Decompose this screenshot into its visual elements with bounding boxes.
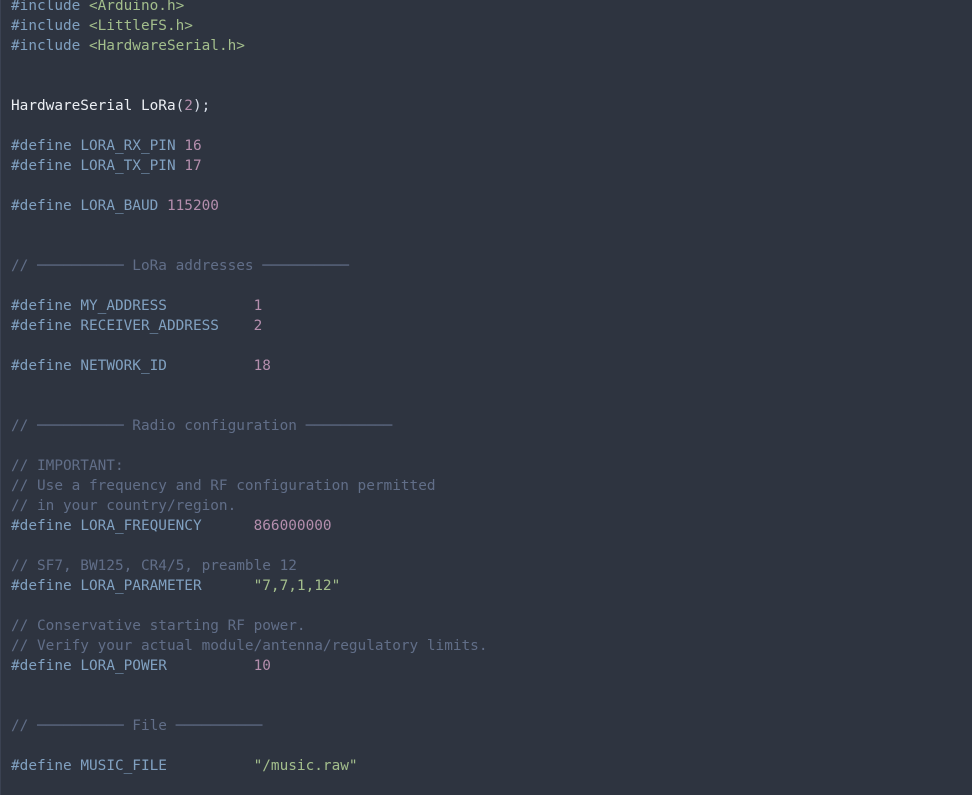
code-line[interactable]: #define MUSIC_FILE "/music.raw" <box>11 756 488 776</box>
macro-value: 1 <box>253 298 263 314</box>
include-header: <Arduino.h> <box>88 0 185 14</box>
code-area[interactable]: #include <Arduino.h> #include <LittleFS.h… <box>1 0 488 776</box>
define-directive: #define <box>11 298 72 314</box>
code-line[interactable]: // Conservative starting RF power. <box>11 616 488 636</box>
comment: // SF7, BW125, CR4/5, preamble 12 <box>11 558 297 574</box>
code-editor[interactable]: #include <Arduino.h> #include <LittleFS.h… <box>0 0 972 795</box>
code-line[interactable]: #define LORA_PARAMETER "7,7,1,12" <box>11 576 488 596</box>
macro-value: 17 <box>184 158 202 174</box>
code-line[interactable]: #define RECEIVER_ADDRESS 2 <box>11 316 488 336</box>
macro-value: 16 <box>184 138 202 154</box>
code-line[interactable]: // Use a frequency and RF configuration … <box>11 476 488 496</box>
define-directive: #define <box>11 138 72 154</box>
include-header: <HardwareSerial.h> <box>88 38 245 54</box>
code-line[interactable]: #define MY_ADDRESS 1 <box>11 296 488 316</box>
type-name: HardwareSerial <box>11 98 133 114</box>
macro-name: MY_ADDRESS <box>80 298 167 314</box>
comment: // in your country/region. <box>11 498 237 514</box>
macro-value: "/music.raw" <box>253 758 358 774</box>
comment: // IMPORTANT: <box>11 458 124 474</box>
code-line[interactable]: #include <LittleFS.h> <box>11 16 488 36</box>
macro-value: 10 <box>253 658 271 674</box>
code-line[interactable] <box>11 376 488 396</box>
comment: // ────────── File ────────── <box>11 718 263 734</box>
macro-name: MUSIC_FILE <box>80 758 167 774</box>
code-line[interactable] <box>11 76 488 96</box>
code-line[interactable] <box>11 436 488 456</box>
code-line[interactable] <box>11 536 488 556</box>
code-line[interactable]: #include <HardwareSerial.h> <box>11 36 488 56</box>
comment: // Verify your actual module/antenna/reg… <box>11 638 488 654</box>
variable-name: LoRa <box>140 98 176 114</box>
code-line[interactable]: // SF7, BW125, CR4/5, preamble 12 <box>11 556 488 576</box>
comment: // Conservative starting RF power. <box>11 618 306 634</box>
include-directive: #include <box>11 18 81 34</box>
code-line[interactable]: #include <Arduino.h> <box>11 0 488 16</box>
include-header: <LittleFS.h> <box>88 18 193 34</box>
code-line[interactable]: #define LORA_BAUD 115200 <box>11 196 488 216</box>
comment: // Use a frequency and RF configuration … <box>11 478 436 494</box>
code-line[interactable]: #define LORA_RX_PIN 16 <box>11 136 488 156</box>
code-line[interactable]: // in your country/region. <box>11 496 488 516</box>
macro-name: LORA_TX_PIN <box>80 158 176 174</box>
macro-value: 2 <box>253 318 263 334</box>
constructor-arg: 2 <box>184 98 193 114</box>
code-line[interactable]: HardwareSerial LoRa(2); <box>11 96 488 116</box>
code-line[interactable] <box>11 736 488 756</box>
macro-name: LORA_PARAMETER <box>80 578 202 594</box>
code-line[interactable]: // ────────── LoRa addresses ────────── <box>11 256 488 276</box>
comment: // ────────── Radio configuration ──────… <box>11 418 393 434</box>
macro-name: LORA_RX_PIN <box>80 138 176 154</box>
comment: // ────────── LoRa addresses ────────── <box>11 258 349 274</box>
define-directive: #define <box>11 658 72 674</box>
code-line[interactable] <box>11 276 488 296</box>
define-directive: #define <box>11 158 72 174</box>
macro-value: "7,7,1,12" <box>253 578 341 594</box>
macro-value: 18 <box>253 358 271 374</box>
code-line[interactable]: #define NETWORK_ID 18 <box>11 356 488 376</box>
define-directive: #define <box>11 758 72 774</box>
include-directive: #include <box>11 0 81 14</box>
define-directive: #define <box>11 358 72 374</box>
code-line[interactable] <box>11 176 488 196</box>
code-line[interactable]: // ────────── File ────────── <box>11 716 488 736</box>
define-directive: #define <box>11 318 72 334</box>
code-line[interactable] <box>11 396 488 416</box>
macro-name: RECEIVER_ADDRESS <box>80 318 219 334</box>
define-directive: #define <box>11 578 72 594</box>
code-line[interactable] <box>11 116 488 136</box>
code-line[interactable] <box>11 676 488 696</box>
macro-name: NETWORK_ID <box>80 358 167 374</box>
code-line[interactable]: #define LORA_FREQUENCY 866000000 <box>11 516 488 536</box>
macro-value: 115200 <box>166 198 219 214</box>
macro-value: 866000000 <box>253 518 332 534</box>
macro-name: LORA_BAUD <box>80 198 159 214</box>
paren-open: ( <box>175 98 185 114</box>
code-line[interactable] <box>11 56 488 76</box>
code-line[interactable] <box>11 596 488 616</box>
code-line[interactable]: // IMPORTANT: <box>11 456 488 476</box>
code-line[interactable]: // ────────── Radio configuration ──────… <box>11 416 488 436</box>
macro-name: LORA_FREQUENCY <box>80 518 202 534</box>
code-line[interactable] <box>11 216 488 236</box>
code-line[interactable] <box>11 236 488 256</box>
code-line[interactable]: // Verify your actual module/antenna/reg… <box>11 636 488 656</box>
code-line[interactable]: #define LORA_POWER 10 <box>11 656 488 676</box>
define-directive: #define <box>11 518 72 534</box>
code-line[interactable]: #define LORA_TX_PIN 17 <box>11 156 488 176</box>
code-line[interactable] <box>11 336 488 356</box>
define-directive: #define <box>11 198 72 214</box>
macro-name: LORA_POWER <box>80 658 167 674</box>
include-directive: #include <box>11 38 81 54</box>
code-line[interactable] <box>11 696 488 716</box>
paren-close: ); <box>192 98 211 114</box>
